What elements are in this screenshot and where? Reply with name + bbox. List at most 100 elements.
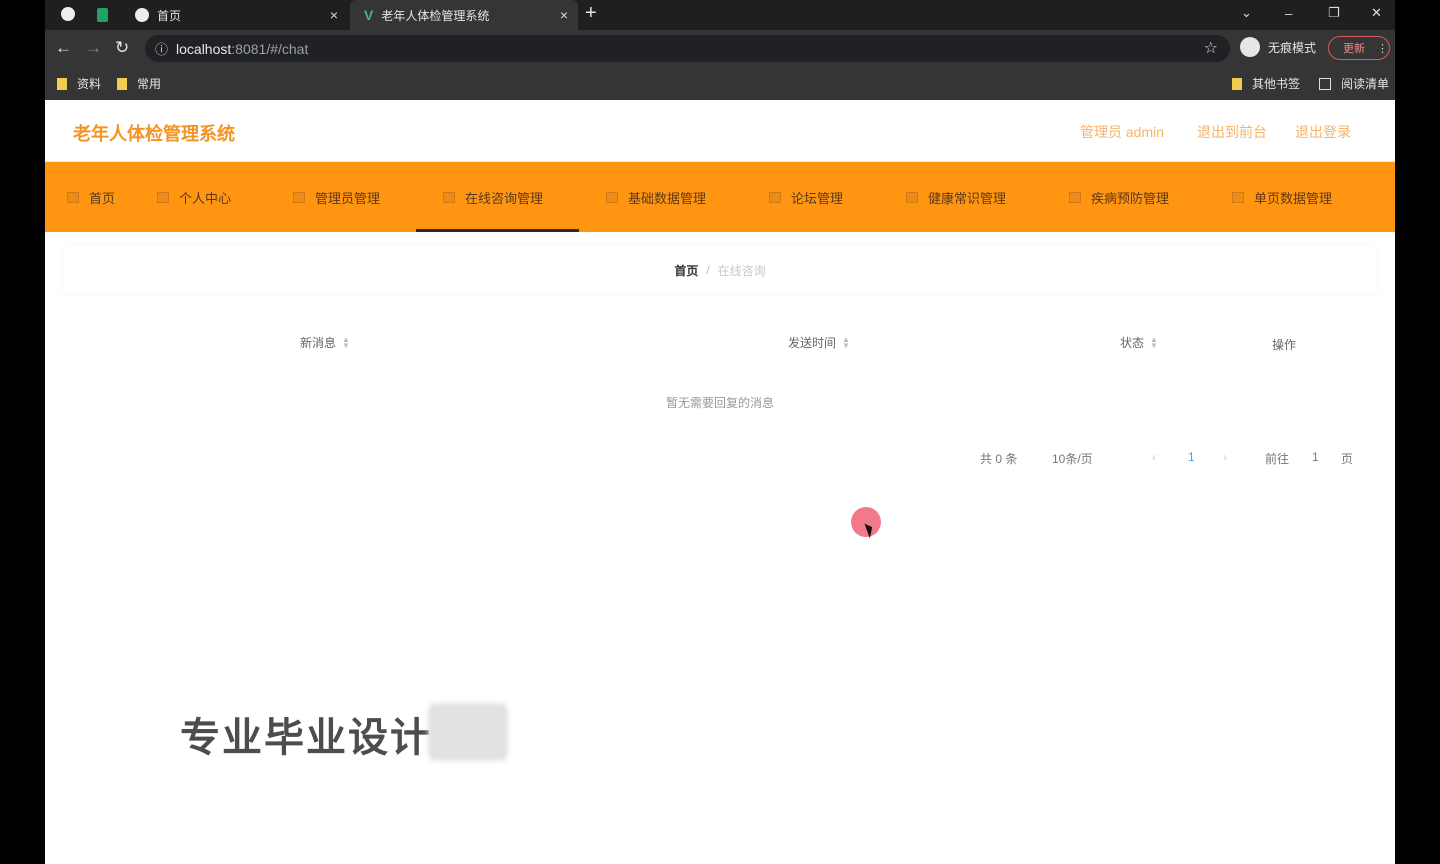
breadcrumb-home[interactable]: 首页 bbox=[674, 262, 698, 279]
nav-item-admin-management[interactable]: 管理员管理 bbox=[293, 162, 380, 232]
column-label: 发送时间 bbox=[788, 336, 837, 350]
update-label: 更新 bbox=[1343, 43, 1365, 55]
nav-item-online-consult[interactable]: 在线咨询管理 bbox=[415, 162, 580, 232]
nav-label: 单页数据管理 bbox=[1254, 190, 1333, 206]
reading-list-icon bbox=[1319, 77, 1331, 90]
menu-kebab-icon[interactable]: ⋮ bbox=[1377, 42, 1388, 55]
breadcrumb-separator: / bbox=[706, 263, 710, 277]
bookmark-label: 资料 bbox=[77, 77, 102, 91]
shield-icon bbox=[1069, 191, 1081, 203]
page-size-select[interactable]: 10条/页 bbox=[1052, 450, 1093, 467]
tab-search-icon[interactable]: ⌄ bbox=[1241, 0, 1252, 26]
nav-label: 个人中心 bbox=[179, 190, 232, 206]
forum-icon bbox=[769, 191, 781, 203]
globe-icon bbox=[135, 8, 149, 22]
folder-icon bbox=[117, 77, 127, 90]
pagination-total: 共 0 条 bbox=[980, 452, 1018, 466]
incognito-icon bbox=[1240, 37, 1260, 57]
nav-label: 在线咨询管理 bbox=[465, 190, 544, 206]
nav-item-forum[interactable]: 论坛管理 bbox=[769, 162, 843, 232]
goto-page-input[interactable]: 1 bbox=[1312, 450, 1319, 464]
goto-label: 前往 bbox=[1265, 452, 1290, 466]
nav-item-home[interactable]: 首页 bbox=[67, 162, 115, 232]
close-window-icon[interactable]: ✕ bbox=[1371, 0, 1382, 26]
app-header: 老年人体检管理系统 管理员 admin 退出到前台 退出登录 bbox=[45, 100, 1395, 162]
admin-icon bbox=[293, 191, 305, 203]
nav-item-single-page[interactable]: 单页数据管理 bbox=[1232, 162, 1332, 232]
column-header-send-time[interactable]: 发送时间 ▲ ▼ bbox=[788, 334, 850, 351]
column-header-message[interactable]: 新消息 ▲ ▼ bbox=[300, 334, 350, 351]
browser-tab-bar: 首页 × V 老年人体检管理系统 × + ⌄ – ❐ ✕ bbox=[45, 0, 1395, 30]
tab-title: 首页 bbox=[157, 8, 182, 23]
tab-home[interactable]: 首页 × bbox=[45, 0, 348, 30]
page-number-current[interactable]: 1 bbox=[1188, 450, 1195, 464]
nav-label: 健康常识管理 bbox=[928, 190, 1007, 206]
incognito-indicator[interactable]: 无痕模式 bbox=[1240, 37, 1316, 57]
other-bookmarks[interactable]: 其他书签 bbox=[1232, 75, 1300, 92]
nav-label: 管理员管理 bbox=[315, 190, 381, 206]
nav-label: 疾病预防管理 bbox=[1091, 190, 1170, 206]
nav-label: 基础数据管理 bbox=[628, 190, 707, 206]
nav-item-personal-center[interactable]: 个人中心 bbox=[157, 162, 231, 232]
back-icon[interactable]: ← bbox=[55, 38, 72, 58]
bookmarks-bar: 资料 常用 其他书签 阅读清单 bbox=[45, 67, 1395, 100]
url-path: :8081/#/chat bbox=[231, 40, 309, 57]
empty-table-text: 暂无需要回复的消息 bbox=[665, 396, 774, 410]
bookmark-folder-changyong[interactable]: 常用 bbox=[117, 75, 161, 92]
logout-link[interactable]: 退出登录 bbox=[1295, 122, 1351, 142]
web-page: 老年人体检管理系统 管理员 admin 退出到前台 退出登录 首页 个人中心 管… bbox=[45, 100, 1395, 864]
breadcrumb: 首页 / 在线咨询 bbox=[63, 246, 1377, 294]
home-icon bbox=[67, 191, 79, 203]
bookmark-label: 常用 bbox=[137, 77, 162, 91]
column-header-actions: 操作 bbox=[1272, 336, 1296, 353]
back-to-front-link[interactable]: 退出到前台 bbox=[1197, 122, 1267, 142]
prev-page-button[interactable]: ‹ bbox=[1152, 450, 1156, 464]
nav-item-health-knowledge[interactable]: 健康常识管理 bbox=[906, 162, 1006, 232]
column-header-status[interactable]: 状态 ▲ ▼ bbox=[1120, 334, 1158, 351]
site-info-icon[interactable]: ⓘ bbox=[155, 39, 168, 58]
column-label: 新消息 bbox=[300, 336, 337, 350]
main-nav: 首页 个人中心 管理员管理 在线咨询管理 基础数据管理 论坛管理 健康常识管理 … bbox=[45, 162, 1395, 232]
bookmark-star-icon[interactable]: ☆ bbox=[1204, 38, 1218, 58]
nav-item-basic-data[interactable]: 基础数据管理 bbox=[606, 162, 706, 232]
url-input[interactable]: ⓘ localhost :8081/#/chat ☆ bbox=[145, 35, 1230, 62]
address-bar-row: ← → ↻ ⓘ localhost :8081/#/chat ☆ 无痕模式 更新… bbox=[45, 30, 1395, 67]
vue-logo-icon: V bbox=[364, 7, 374, 23]
incognito-label: 无痕模式 bbox=[1268, 40, 1317, 55]
nav-item-disease-prevention[interactable]: 疾病预防管理 bbox=[1069, 162, 1169, 232]
column-label: 操作 bbox=[1272, 338, 1297, 352]
restore-icon[interactable]: ❐ bbox=[1328, 0, 1340, 26]
folder-icon bbox=[1232, 77, 1242, 90]
bookmark-label: 阅读清单 bbox=[1341, 77, 1390, 91]
tab-close-icon[interactable]: × bbox=[330, 7, 338, 23]
chat-icon bbox=[443, 191, 455, 203]
tab-active[interactable]: V 老年人体检管理系统 × bbox=[350, 0, 578, 30]
messages-table: 新消息 ▲ ▼ 发送时间 ▲ ▼ 状态 ▲ ▼ 操作 暂无需要回复的消息 共 0 条 10条… bbox=[63, 304, 1377, 490]
nav-label: 论坛管理 bbox=[791, 190, 844, 206]
forward-icon[interactable]: → bbox=[85, 38, 102, 58]
column-label: 状态 bbox=[1120, 336, 1145, 350]
sort-icon[interactable]: ▲ ▼ bbox=[342, 335, 350, 349]
folder-icon bbox=[57, 77, 67, 90]
tab-title: 老年人体检管理系统 bbox=[381, 8, 490, 23]
app-title: 老年人体检管理系统 bbox=[73, 124, 235, 144]
tab-close-icon[interactable]: × bbox=[560, 7, 568, 23]
breadcrumb-current: 在线咨询 bbox=[717, 263, 766, 278]
blurred-overlay bbox=[428, 703, 508, 761]
page-suffix: 页 bbox=[1341, 452, 1354, 466]
reading-list[interactable]: 阅读清单 bbox=[1319, 75, 1389, 92]
new-tab-button[interactable]: + bbox=[585, 2, 597, 25]
reload-icon[interactable]: ↻ bbox=[115, 38, 129, 58]
next-page-button[interactable]: › bbox=[1223, 450, 1227, 464]
sort-icon[interactable]: ▲ ▼ bbox=[842, 335, 850, 349]
bookmark-folder-ziliao[interactable]: 资料 bbox=[57, 75, 101, 92]
nav-label: 首页 bbox=[89, 190, 116, 206]
url-host: localhost bbox=[176, 40, 232, 57]
page-icon bbox=[1232, 191, 1244, 203]
sort-icon[interactable]: ▲ ▼ bbox=[1150, 335, 1158, 349]
minimize-icon[interactable]: – bbox=[1285, 0, 1292, 26]
data-icon bbox=[606, 191, 618, 203]
user-icon bbox=[157, 191, 169, 203]
bookmark-label: 其他书签 bbox=[1252, 77, 1301, 91]
update-button[interactable]: 更新 ⋮ bbox=[1328, 36, 1390, 60]
